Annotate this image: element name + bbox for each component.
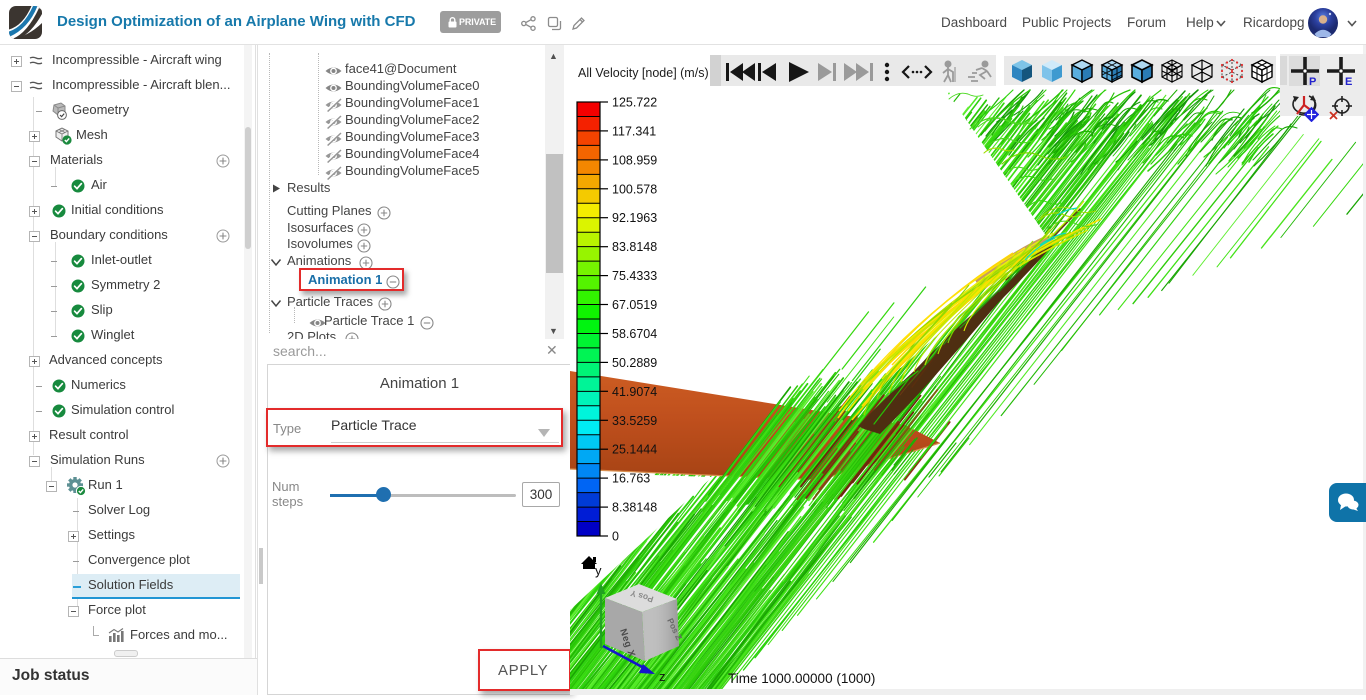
svg-text:67.0519: 67.0519	[612, 298, 657, 312]
svg-text:25.1444: 25.1444	[612, 443, 657, 457]
svg-text:108.959: 108.959	[612, 153, 657, 167]
svg-text:8.38148: 8.38148	[612, 501, 657, 515]
svg-text:117.341: 117.341	[612, 124, 656, 138]
svg-text:50.2889: 50.2889	[612, 356, 657, 370]
svg-text:75.4333: 75.4333	[612, 269, 657, 283]
svg-text:92.1963: 92.1963	[612, 211, 657, 225]
svg-text:E: E	[1345, 76, 1352, 88]
svg-text:16.763: 16.763	[612, 472, 650, 486]
svg-text:83.8148: 83.8148	[612, 240, 657, 254]
svg-text:41.9074: 41.9074	[612, 385, 657, 399]
svg-text:Time 1000.00000 (1000): Time 1000.00000 (1000)	[728, 671, 875, 686]
svg-text:z: z	[659, 669, 666, 684]
svg-text:y: y	[595, 563, 602, 578]
svg-text:33.5259: 33.5259	[612, 414, 657, 428]
svg-text:58.6704: 58.6704	[612, 327, 657, 341]
svg-text:100.578: 100.578	[612, 182, 657, 196]
svg-text:125.722: 125.722	[612, 96, 657, 110]
svg-text:0: 0	[612, 530, 619, 544]
svg-text:P: P	[1309, 76, 1316, 88]
